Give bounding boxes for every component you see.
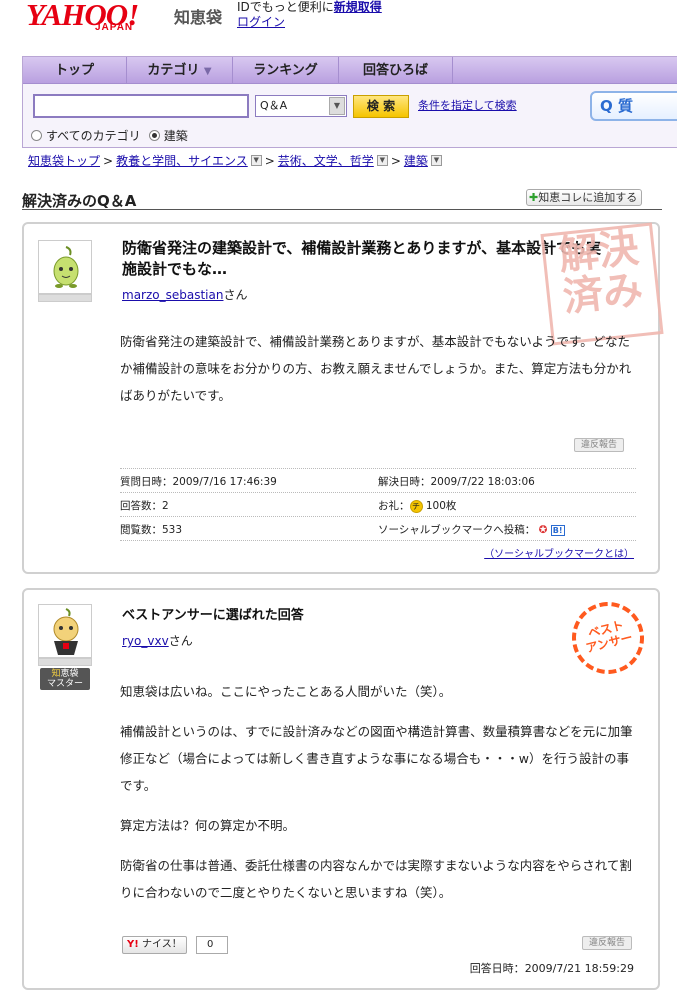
chevron-down-icon[interactable]: ▼ [250, 155, 262, 166]
reward-amount: 100枚 [425, 500, 457, 512]
tab-answer-plaza[interactable]: 回答ひろば [339, 57, 453, 84]
breadcrumb-separator: > [390, 153, 401, 168]
category-radio-group: すべてのカテゴリ 建築 [31, 127, 188, 144]
tab-category[interactable]: カテゴリ ▼ [127, 57, 233, 84]
breadcrumb-item[interactable]: 教養と学問、サイエンス [116, 152, 248, 169]
question-title: 防衛省発注の建築設計で、補備設計業務とありますが、基本設計でも実施設計でもな… [122, 239, 602, 278]
answer-user: ryo_vxvさん [122, 634, 193, 648]
chevron-down-icon[interactable]: ▼ [430, 155, 442, 166]
search-button[interactable]: 検 索 [353, 95, 409, 118]
tab-top[interactable]: トップ [23, 57, 127, 84]
character-avatar-icon [53, 608, 79, 655]
best-answer-heading: ベストアンサーに選ばれた回答 [122, 608, 304, 623]
add-to-collection-button[interactable]: ✚知恵コレに追加する [526, 189, 643, 206]
chevron-down-icon[interactable]: ▼ [376, 155, 388, 166]
avatar-menu-bar[interactable] [38, 294, 92, 302]
sprout-character-icon [53, 246, 79, 288]
radio-current-category[interactable] [148, 130, 160, 141]
search-scope-select[interactable]: Q＆A ▼ [255, 95, 347, 117]
question-body: 防衛省発注の建築設計で、補備設計業務とありますが、基本設計でもないようです。どな… [120, 334, 632, 403]
breadcrumb-item[interactable]: 芸術、文学、哲学 [278, 152, 374, 169]
meta-row: 質問日時：2009/7/16 17:46:39 解決日時：2009/7/22 1… [120, 468, 636, 492]
answered-date: 回答日時：2009/7/21 18:59:29 [469, 962, 634, 975]
advanced-search-link[interactable]: 条件を指定して検索 [418, 97, 517, 113]
answer-paragraph: 算定方法は？何の算定か不明。 [120, 818, 296, 833]
breadcrumb-item[interactable]: 建築 [404, 152, 428, 169]
nice-button[interactable]: Y! ナイス！ [122, 936, 187, 954]
nice-count: 0 [196, 936, 228, 954]
bookmark-icon[interactable]: ✪ [539, 524, 548, 536]
master-badge: 知恵袋 マスター [40, 668, 90, 690]
breadcrumb: 知恵袋トップ > 教養と学問、サイエンス ▼ > 芸術、文学、哲学 ▼ > 建築… [28, 152, 442, 169]
question-card: 防衛省発注の建築設計で、補備設計業務とありますが、基本設計でも実施設計でもな… … [22, 222, 664, 574]
tab-ranking[interactable]: ランキング [233, 57, 339, 84]
avatar[interactable] [38, 604, 92, 658]
yahoo-japan-label: JAPAN [95, 22, 134, 33]
search-input[interactable] [33, 94, 249, 118]
nav-tabs: トップ カテゴリ ▼ ランキング 回答ひろば [23, 57, 677, 84]
plus-icon: ✚ [529, 191, 539, 204]
chiebukuro-logo[interactable]: 知恵袋 [174, 4, 222, 28]
best-answer-stamp: ベスト アンサー [564, 594, 652, 682]
user-link[interactable]: marzo_sebastian [122, 288, 223, 302]
search-q-icon: Q [600, 97, 613, 115]
header: YAHOO! JAPAN 知恵袋 IDでもっと便利に新規取得 ログイン [0, 0, 677, 52]
meta-row: 回答数：2 お礼：チ 100枚 [120, 492, 636, 516]
dropdown-arrow-icon: ▼ [203, 66, 212, 77]
avatar[interactable] [38, 240, 92, 294]
hatena-bookmark-icon[interactable]: B! [550, 525, 565, 536]
register-link[interactable]: 新規取得 [334, 0, 382, 14]
user-link[interactable]: ryo_vxv [122, 634, 169, 648]
breadcrumb-item[interactable]: 知恵袋トップ [28, 152, 100, 169]
header-promo: IDでもっと便利に新規取得 ログイン [237, 0, 382, 30]
page-title: 解決済みのQ＆A [22, 192, 137, 210]
chevron-down-icon: ▼ [329, 97, 345, 115]
report-button[interactable]: 違反報告 [574, 438, 625, 452]
answer-count: 2 [162, 500, 169, 512]
coin-icon: チ [409, 499, 423, 513]
divider [22, 209, 662, 210]
meta-row: 閲覧数：533 ソーシャルブックマークへ投稿： ✪ B! [120, 516, 636, 540]
radio-current-label: 建築 [163, 129, 188, 143]
answer-paragraph: 補備設計というのは、すでに設計済みなどの図面や構造計算書、数量積算書などを元に加… [120, 724, 633, 793]
radio-all-categories[interactable] [31, 130, 42, 141]
answer-paragraph: 防衛省の仕事は普通、委託仕様書の内容なんかでは実際すまないような内容をやらされて… [120, 858, 632, 900]
solved-date: 2009/7/22 18:03:06 [430, 476, 535, 488]
search-scope-value: Q＆A [260, 99, 288, 112]
avatar-menu-bar[interactable] [38, 658, 92, 666]
asked-date: 2009/7/16 17:46:39 [172, 476, 277, 488]
report-button[interactable]: 違反報告 [582, 936, 633, 950]
question-user: marzo_sebastianさん [122, 288, 248, 302]
radio-all-label: すべてのカテゴリ [46, 129, 141, 143]
answer-paragraph: 知恵袋は広いね。ここにやったことある人間がいた（笑）。 [120, 684, 452, 699]
nav-search-box: トップ カテゴリ ▼ ランキング 回答ひろば Q＆A ▼ 検 索 条件を指定して… [22, 56, 677, 148]
view-count: 533 [162, 524, 183, 536]
breadcrumb-separator: > [103, 153, 114, 168]
best-answer-card: 知恵袋 マスター ベストアンサーに選ばれた回答 ryo_vxvさん ベスト アンサ… [22, 588, 660, 990]
ask-question-button[interactable]: Q 質 [590, 91, 677, 121]
promo-text: IDでもっと便利に [237, 0, 334, 14]
social-bookmark-help-link[interactable]: （ソーシャルブックマークとは） [484, 545, 634, 560]
yahoo-y-icon: Y! [127, 939, 139, 950]
breadcrumb-separator: > [264, 153, 275, 168]
login-link[interactable]: ログイン [237, 15, 285, 29]
